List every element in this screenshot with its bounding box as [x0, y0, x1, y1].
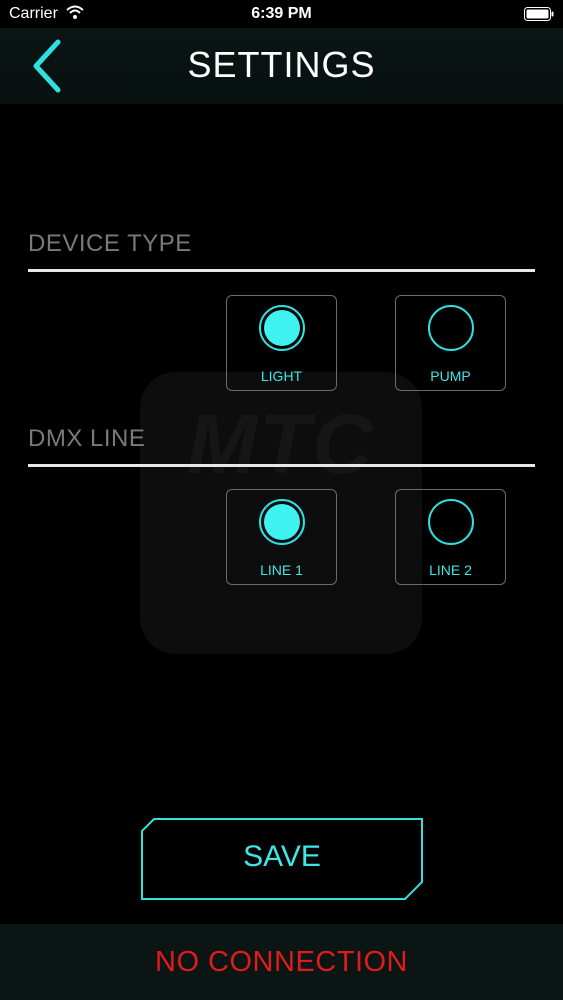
- option-light-label: LIGHT: [260, 368, 303, 384]
- radio-selected-icon: [259, 305, 305, 351]
- radio-selected-icon: [259, 499, 305, 545]
- status-bar: Carrier 6:39 PM: [0, 0, 563, 28]
- option-line-2[interactable]: LINE 2: [395, 489, 506, 585]
- option-line-1[interactable]: LINE 1: [226, 489, 337, 585]
- device-type-divider: [28, 269, 535, 272]
- option-light[interactable]: LIGHT: [226, 295, 337, 391]
- connection-status: NO CONNECTION: [155, 946, 408, 978]
- watermark-logo-text: MTC: [187, 397, 375, 491]
- status-time: 6:39 PM: [251, 5, 312, 22]
- page-title: SETTINGS: [187, 44, 376, 85]
- save-button-label: SAVE: [243, 840, 321, 873]
- option-line-1-label: LINE 1: [260, 562, 303, 578]
- dmx-line-label: DMX LINE: [28, 425, 146, 452]
- device-type-label: DEVICE TYPE: [28, 230, 192, 257]
- footer-bar: NO CONNECTION: [0, 924, 563, 1000]
- option-line-2-label: LINE 2: [429, 562, 472, 578]
- save-button[interactable]: SAVE: [140, 818, 424, 900]
- radio-unselected-icon: [428, 305, 474, 351]
- dmx-line-divider: [28, 464, 535, 467]
- option-pump[interactable]: PUMP: [395, 295, 506, 391]
- option-pump-label: PUMP: [430, 368, 471, 384]
- radio-unselected-icon: [428, 499, 474, 545]
- battery-icon: [524, 7, 554, 21]
- header-bar: SETTINGS: [0, 28, 563, 104]
